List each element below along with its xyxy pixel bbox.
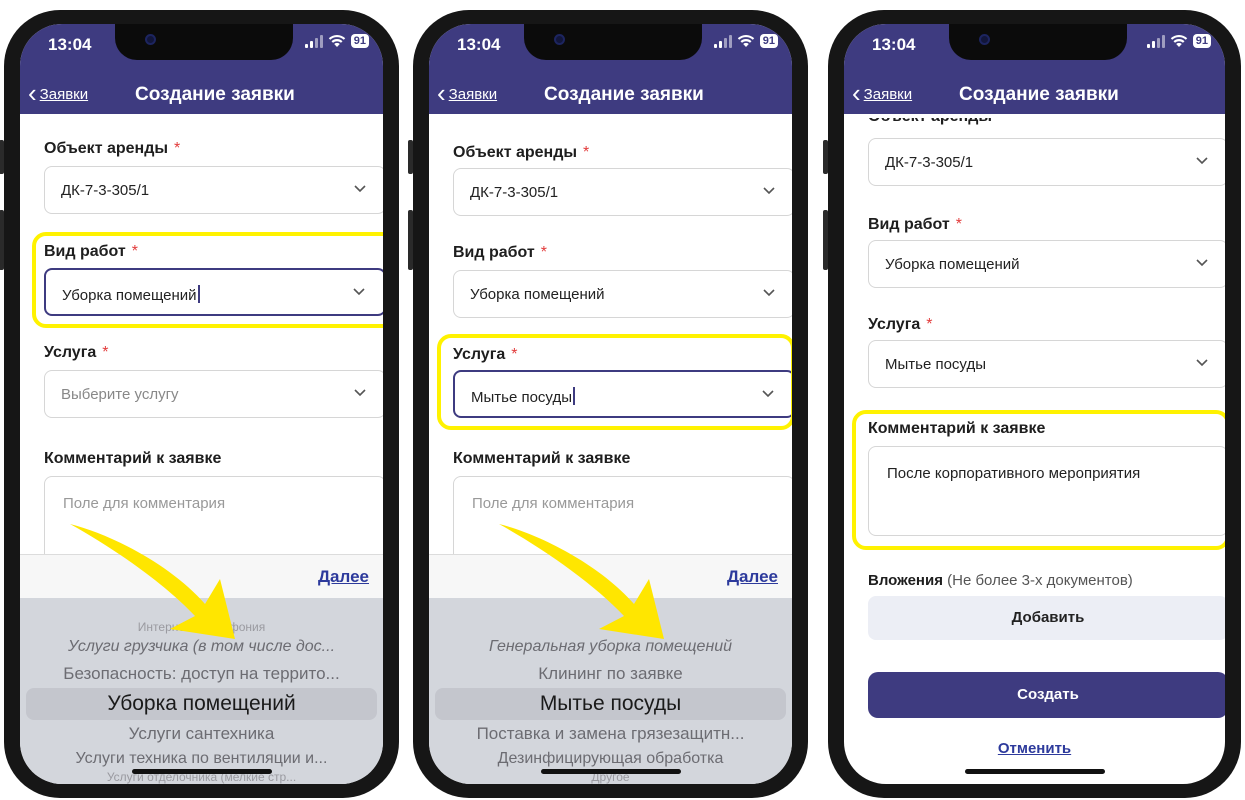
page-title: Создание заявки	[135, 84, 295, 105]
camera-icon	[979, 34, 990, 45]
work-type-select[interactable]: Уборка помещений	[453, 270, 792, 318]
phone-3: 13:04 91 ‹ Заявки Создание заявки Объект…	[823, 10, 1241, 798]
status-icons: 91	[1146, 34, 1211, 48]
signal-icon	[304, 34, 323, 48]
rental-object-select[interactable]: ДК-7-3-305/1	[44, 166, 383, 214]
work-type-value: Уборка помещений	[470, 286, 605, 303]
rental-object-value: ДК-7-3-305/1	[61, 182, 150, 199]
screen-3: 13:04 91 ‹ Заявки Создание заявки Объект…	[844, 24, 1225, 784]
back-label: Заявки	[39, 86, 89, 103]
back-label: Заявки	[863, 86, 913, 103]
work-type-value: Уборка помещений	[885, 256, 1020, 273]
top-bar: 13:04 91 ‹ Заявки Создание заявки	[429, 24, 792, 114]
status-time: 13:04	[457, 35, 501, 54]
chevron-down-icon	[763, 187, 775, 195]
notch	[949, 24, 1127, 60]
comment-placeholder: Поле для комментария	[63, 495, 226, 512]
service-select[interactable]: Мытье посуды	[868, 340, 1225, 388]
chevron-left-icon: ‹	[28, 77, 37, 108]
attachments-label: Вложения (Не более 3-х документов)	[868, 572, 1133, 589]
chevron-down-icon	[763, 289, 775, 297]
chevron-left-icon: ‹	[852, 77, 861, 108]
comment-placeholder: Поле для комментария	[472, 495, 635, 512]
status-icons: 91	[713, 34, 778, 48]
rental-object-value: ДК-7-3-305/1	[470, 184, 559, 201]
notch	[524, 24, 702, 60]
battery-icon: 91	[759, 34, 778, 48]
page-title: Создание заявки	[544, 84, 704, 105]
service-select[interactable]: Выберите услугу	[44, 370, 383, 418]
back-label: Заявки	[448, 86, 498, 103]
chevron-down-icon	[1196, 359, 1208, 367]
chevron-down-icon	[1196, 157, 1208, 165]
wifi-icon	[737, 35, 754, 47]
cancel-button[interactable]: Отменить	[844, 740, 1225, 757]
camera-icon	[554, 34, 565, 45]
chevron-left-icon: ‹	[437, 77, 446, 108]
picker-option[interactable]: Поставка и замена грязезащитн...	[429, 724, 792, 744]
home-indicator	[964, 769, 1105, 774]
chevron-down-icon	[354, 185, 366, 193]
notch	[115, 24, 293, 60]
highlight-frame	[32, 232, 383, 328]
picker-option[interactable]: Безопасность: доступ на террито...	[20, 664, 383, 684]
service-label: Услуга *	[44, 344, 109, 361]
status-time: 13:04	[872, 35, 916, 54]
top-bar: 13:04 91 ‹ Заявки Создание заявки	[844, 24, 1225, 114]
phone-1: 13:04 91 ‹ Заявки Создание заявки Объект…	[0, 10, 399, 798]
signal-icon	[713, 34, 732, 48]
add-attachment-button[interactable]: Добавить	[868, 596, 1225, 640]
status-time: 13:04	[48, 35, 92, 54]
picker-option[interactable]: Услуги сантехника	[20, 724, 383, 744]
picker-option[interactable]: Услуги техника по вентиляции и...	[20, 750, 383, 768]
back-button[interactable]: ‹ Заявки	[28, 77, 89, 108]
top-bar: 13:04 91 ‹ Заявки Создание заявки	[20, 24, 383, 114]
back-button[interactable]: ‹ Заявки	[852, 77, 913, 108]
rental-object-select[interactable]: ДК-7-3-305/1	[453, 168, 792, 216]
comment-label: Комментарий к заявке	[44, 450, 222, 467]
highlight-frame	[852, 410, 1225, 550]
status-icons: 91	[304, 34, 369, 48]
picker-option[interactable]: Клининг по заявке	[429, 664, 792, 684]
rental-object-label: Объект аренды *	[453, 144, 590, 161]
rental-object-select[interactable]: ДК-7-3-305/1	[868, 138, 1225, 186]
highlight-frame	[437, 334, 792, 430]
work-type-label: Вид работ *	[868, 216, 962, 233]
phone-2: 13:04 91 ‹ Заявки Создание заявки Объект…	[408, 10, 808, 798]
home-indicator	[540, 769, 681, 774]
screen-1: 13:04 91 ‹ Заявки Создание заявки Объект…	[20, 24, 383, 784]
wifi-icon	[328, 35, 345, 47]
comment-label: Комментарий к заявке	[453, 450, 631, 467]
service-label: Услуга *	[868, 316, 933, 333]
screen-2: 13:04 91 ‹ Заявки Создание заявки Объект…	[429, 24, 792, 784]
camera-icon	[145, 34, 156, 45]
chevron-down-icon	[354, 389, 366, 397]
yellow-arrow-icon	[499, 524, 664, 639]
home-indicator	[131, 769, 272, 774]
picker-option-selected[interactable]: Мытье посуды	[429, 692, 792, 716]
create-button[interactable]: Создать	[868, 672, 1225, 718]
next-button[interactable]: Далее	[727, 567, 778, 587]
rental-object-label: Объект аренды *	[44, 140, 181, 157]
picker-option-selected[interactable]: Уборка помещений	[20, 692, 383, 716]
service-value: Мытье посуды	[885, 356, 986, 373]
wifi-icon	[1170, 35, 1187, 47]
stage: 13:04 91 ‹ Заявки Создание заявки Объект…	[0, 0, 1245, 800]
signal-icon	[1146, 34, 1165, 48]
back-button[interactable]: ‹ Заявки	[437, 77, 498, 108]
service-placeholder: Выберите услугу	[61, 386, 179, 403]
page-title: Создание заявки	[959, 84, 1119, 105]
next-button[interactable]: Далее	[318, 567, 369, 587]
picker-option[interactable]: Дезинфицирующая обработка	[429, 750, 792, 768]
battery-icon: 91	[1192, 34, 1211, 48]
yellow-arrow-icon	[70, 524, 235, 639]
rental-object-value: ДК-7-3-305/1	[885, 154, 974, 171]
chevron-down-icon	[1196, 259, 1208, 267]
work-type-select[interactable]: Уборка помещений	[868, 240, 1225, 288]
battery-icon: 91	[350, 34, 369, 48]
work-type-label: Вид работ *	[453, 244, 547, 261]
